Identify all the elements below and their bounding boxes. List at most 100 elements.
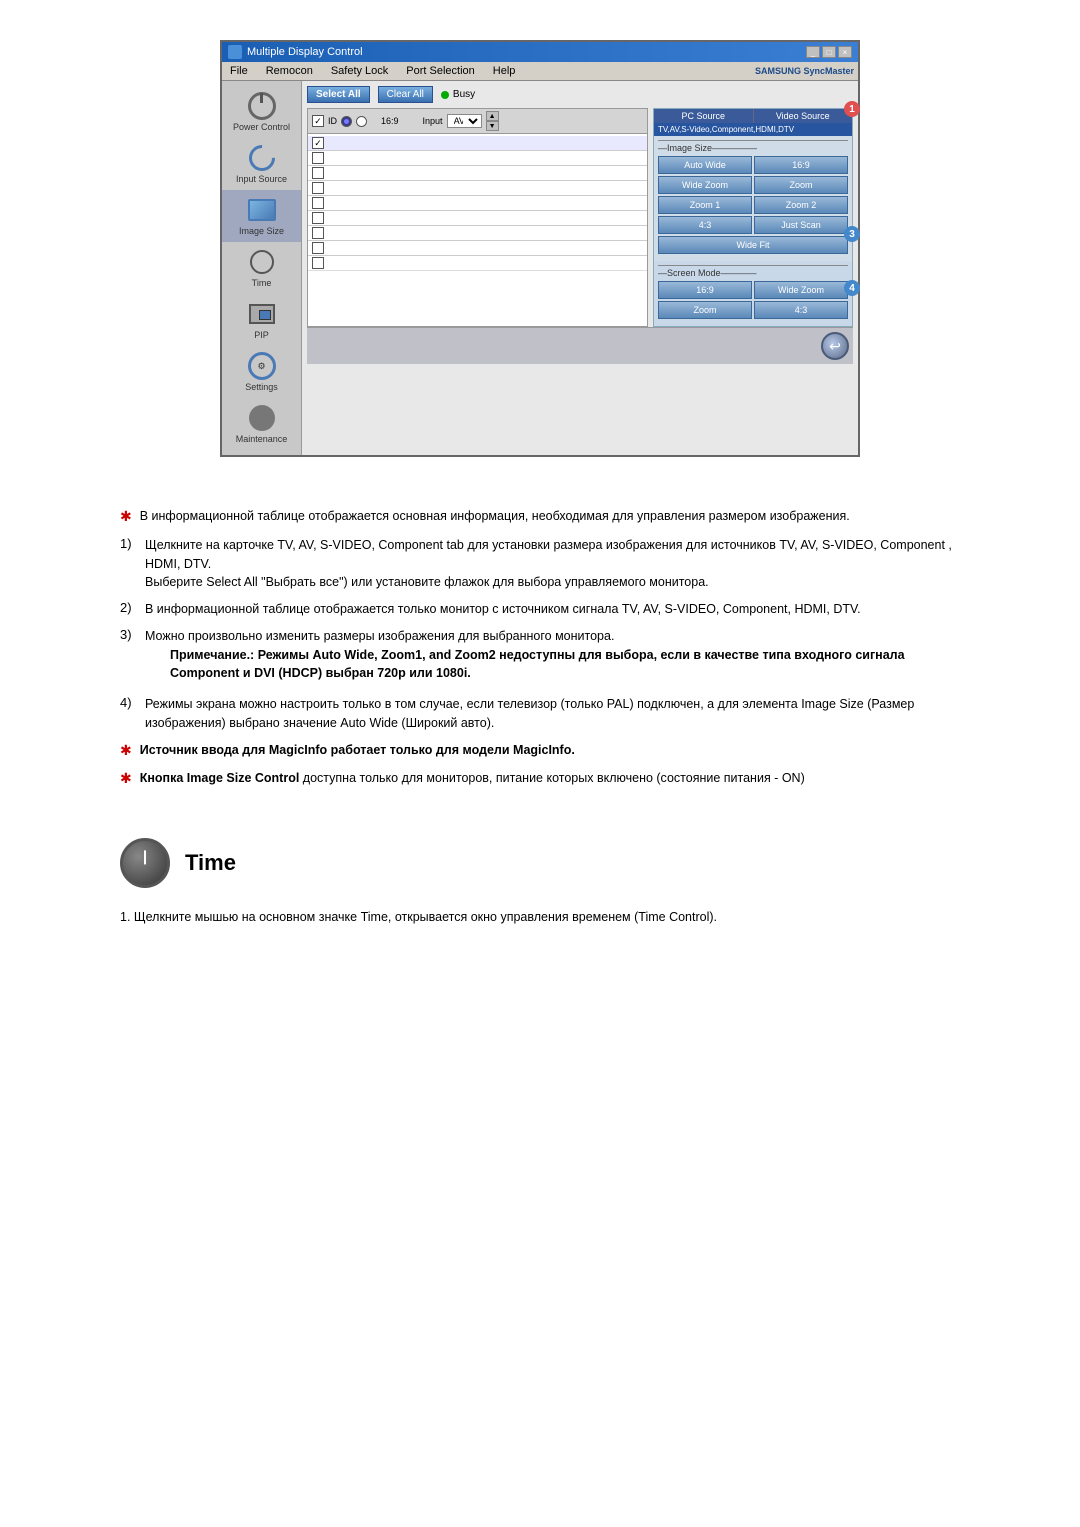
wide-zoom-button[interactable]: Wide Zoom: [658, 176, 752, 194]
time-header: Time: [120, 838, 960, 888]
minimize-button[interactable]: _: [806, 46, 820, 58]
col-input: Input: [423, 116, 443, 126]
sidebar-item-imagesize[interactable]: Image Size: [222, 190, 301, 242]
note-3-text: Можно произвольно изменить размеры изобр…: [145, 627, 960, 646]
menu-safety-lock[interactable]: Safety Lock: [327, 64, 392, 78]
pip-icon: [246, 300, 278, 328]
bottom-bar: ↩: [307, 327, 853, 364]
note-4: 4) Режимы экрана можно настроить только …: [120, 695, 960, 733]
auto-wide-button[interactable]: Auto Wide: [658, 156, 752, 174]
sidebar-item-power[interactable]: Power Control: [222, 86, 301, 138]
ratio-4-3-button[interactable]: 4:3: [658, 216, 752, 234]
sidebar-item-time[interactable]: Time: [222, 242, 301, 294]
input-select[interactable]: AV TV HDMI: [447, 114, 482, 128]
ratio-16-9-button[interactable]: 16:9: [754, 156, 848, 174]
tv-sources-row: TV,AV,S-Video,Component,HDMI,DTV: [654, 123, 852, 136]
table-row: [308, 166, 647, 181]
right-panel: 1 PC Source Video Source TV,AV,S-Video,C…: [653, 108, 853, 327]
maximize-button[interactable]: □: [822, 46, 836, 58]
samsung-logo: SAMSUNG SyncMaster: [755, 66, 854, 76]
video-source-tab[interactable]: Video Source: [754, 109, 853, 123]
table-row: [308, 151, 647, 166]
sidebar-item-input[interactable]: Input Source: [222, 138, 301, 190]
zoom2-button[interactable]: Zoom 2: [754, 196, 848, 214]
settings-icon: ⚙: [246, 352, 278, 380]
row-checkbox[interactable]: [312, 227, 324, 239]
sidebar-label-imagesize: Image Size: [239, 226, 284, 236]
sidebar-label-maintenance: Maintenance: [236, 434, 288, 444]
radio-id[interactable]: [341, 116, 352, 127]
badge-4: 4: [844, 280, 860, 296]
note-num-1: 1): [120, 536, 140, 592]
time-icon: [246, 248, 278, 276]
screen-4-3-button[interactable]: 4:3: [754, 301, 848, 319]
screen-16-9-button[interactable]: 16:9: [658, 281, 752, 299]
pc-source-tab[interactable]: PC Source: [654, 109, 754, 123]
select-all-checkbox[interactable]: [312, 115, 324, 127]
source-tabs: PC Source Video Source: [654, 109, 852, 123]
scroll-up-button[interactable]: ▲: [486, 111, 499, 121]
title-controls: _ □ ×: [806, 46, 852, 58]
row-checkbox[interactable]: [312, 137, 324, 149]
zoom1-button[interactable]: Zoom 1: [658, 196, 752, 214]
row-checkbox[interactable]: [312, 257, 324, 269]
badge-1: 1: [844, 101, 860, 117]
star-icon-3: ✱: [120, 770, 132, 787]
table-row: [308, 196, 647, 211]
sidebar-item-settings[interactable]: ⚙ Settings: [222, 346, 301, 398]
screen-zoom-button[interactable]: Zoom: [658, 301, 752, 319]
just-scan-button[interactable]: Just Scan: [754, 216, 848, 234]
row-checkbox[interactable]: [312, 242, 324, 254]
app-content: Power Control Input Source Image Size: [222, 81, 858, 455]
note-num-2: 2): [120, 600, 140, 619]
time-note-1: 1. Щелкните мышью на основном значке Tim…: [120, 908, 960, 927]
screen-wide-zoom-button[interactable]: Wide Zoom: [754, 281, 848, 299]
radio-option[interactable]: [356, 116, 367, 127]
row-checkbox[interactable]: [312, 182, 324, 194]
time-title: Time: [185, 850, 236, 876]
menu-items: File Remocon Safety Lock Port Selection …: [226, 64, 519, 78]
row-checkbox[interactable]: [312, 212, 324, 224]
row-checkbox[interactable]: [312, 152, 324, 164]
note-star-2-text: Источник ввода для MagicInfo работает то…: [140, 741, 575, 760]
notes-section: ✱ В информационной таблице отображается …: [60, 487, 1020, 818]
note-star-3-label: Кнопка Image Size Control: [140, 771, 300, 785]
busy-label: Busy: [453, 89, 475, 100]
clear-all-button[interactable]: Clear All: [378, 86, 433, 103]
table-row: [308, 181, 647, 196]
scroll-down-button[interactable]: ▼: [486, 121, 499, 131]
menu-remocon[interactable]: Remocon: [262, 64, 317, 78]
note-star-2: ✱ Источник ввода для MagicInfo работает …: [120, 741, 960, 760]
close-button[interactable]: ×: [838, 46, 852, 58]
note-3-content: Можно произвольно изменить размеры изобр…: [145, 627, 960, 687]
note-1-content: Щелкните на карточке TV, AV, S-VIDEO, Co…: [145, 536, 960, 592]
sidebar-label-power: Power Control: [233, 122, 290, 132]
app-window: Multiple Display Control _ □ × File Remo…: [220, 40, 860, 457]
sidebar-item-pip[interactable]: PIP: [222, 294, 301, 346]
row-checkbox[interactable]: [312, 197, 324, 209]
note-3-note-label: Примечание.:: [170, 648, 254, 662]
table-controls-row: ID 16:9 Input AV TV HDMI ▲: [308, 109, 647, 134]
star-icon-2: ✱: [120, 742, 132, 759]
col-id: ID: [328, 116, 337, 126]
select-all-button[interactable]: Select All: [307, 86, 370, 103]
sidebar: Power Control Input Source Image Size: [222, 81, 302, 455]
zoom-button[interactable]: Zoom: [754, 176, 848, 194]
screen-mode-section: 4 —Screen Mode———— 16:9 Wide Zoom Zoom 4…: [654, 261, 852, 326]
table-rows: [308, 136, 647, 271]
maintenance-icon: [246, 404, 278, 432]
sidebar-item-maintenance[interactable]: Maintenance: [222, 398, 301, 450]
wide-fit-button[interactable]: Wide Fit: [658, 236, 848, 254]
badge-3: 3: [844, 226, 860, 242]
menu-help[interactable]: Help: [489, 64, 520, 78]
row-checkbox[interactable]: [312, 167, 324, 179]
apply-button[interactable]: ↩: [821, 332, 849, 360]
note-star-1: ✱ В информационной таблице отображается …: [120, 507, 960, 526]
note-3-note: Примечание.: Режимы Auto Wide, Zoom1, an…: [170, 646, 960, 684]
menu-port-selection[interactable]: Port Selection: [402, 64, 478, 78]
note-3: 3) Можно произвольно изменить размеры из…: [120, 627, 960, 687]
menu-file[interactable]: File: [226, 64, 252, 78]
toolbar: Select All Clear All Busy: [307, 86, 853, 103]
table-area: ID 16:9 Input AV TV HDMI ▲: [307, 108, 853, 327]
title-bar: Multiple Display Control _ □ ×: [222, 42, 858, 62]
